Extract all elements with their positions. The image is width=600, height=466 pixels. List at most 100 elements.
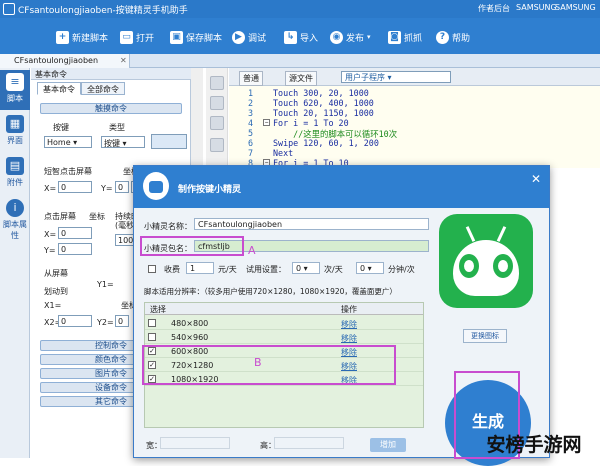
y-input-2[interactable]: 0 [58,243,92,255]
dialog-title-bar: 制作按键小精灵 ✕ [134,166,549,208]
open-button[interactable]: ▭ 打开 [120,28,154,46]
change-icon-button[interactable]: 更换图标 [463,329,507,343]
tool-icon[interactable] [210,96,224,110]
subroutine-select[interactable]: 用户子程序 ▾ [341,71,451,83]
trial-count-select[interactable]: 0 ▾ [292,262,320,274]
trial-minutes-select[interactable]: 0 ▾ [356,262,384,274]
device-label[interactable]: SAMSUNG [516,3,557,12]
device-label-2[interactable]: SAMSUNG [555,3,596,12]
line-number: 1 [247,88,253,98]
type-select[interactable]: 按键 ▾ [101,136,145,148]
hold-unit: (毫秒 [115,221,135,230]
tool-icon[interactable] [210,116,224,130]
code-line: Touch 300, 20, 1000 [273,88,369,98]
debug-button[interactable]: ▶ 调试 [232,28,266,46]
source-view-button[interactable]: 源文件 [285,71,317,86]
line-number: 4 [247,118,253,128]
minutes-unit: 分钟/次 [388,265,415,274]
tab-all[interactable]: 全部命令 [81,82,125,95]
price-input[interactable]: 1 [186,262,214,274]
name-label: 小精灵名称： [144,222,192,231]
rail-item-properties[interactable]: i 脚本属性 [0,196,30,240]
file-tab[interactable]: CFsantoulongjiaoben ✕ [0,54,130,68]
y-input[interactable]: 0 [115,181,129,193]
capture-label: 抓抓 [404,33,423,44]
table-row[interactable]: 540×960 移除 [145,331,423,344]
add-resolution-button[interactable]: 增加 [370,438,406,452]
normal-view-button[interactable]: 普通 [239,71,263,86]
key-select[interactable]: Home ▾ [44,136,92,148]
type-select-value: 按键 [104,139,120,148]
folder-icon: ▭ [120,30,133,44]
code-line: Swipe 120, 60, 1, 200 [273,138,379,148]
help-label: 帮助 [452,33,471,44]
editor-header: 普通 源文件 用户子程序 ▾ [229,68,600,86]
command-tabs: 基本命令 全部命令 [37,82,125,95]
sprite-name-input[interactable]: CFsantoulongjiaoben [194,218,429,230]
x-input-2[interactable]: 0 [58,227,92,239]
android-app-icon [439,214,533,308]
table-row[interactable]: 480×800 移除 [145,317,423,330]
x2-input[interactable]: 0 [58,315,92,327]
code-editor[interactable]: 1 Touch 300, 20, 1000 2 Touch 620, 400, … [229,86,600,168]
swipe-label: 从屏幕 [44,269,68,278]
publish-button[interactable]: ◉ 发布 ▾ [330,28,371,46]
rail-label: 脚本属性 [3,220,27,240]
resolution-label: 脚本适用分辨率：（较多用户使用720×1280，1080×1920，覆盖面更广） [144,287,397,296]
remove-link[interactable]: 移除 [341,319,357,330]
new-script-button[interactable]: + 新建脚本 [56,28,108,46]
y2-input[interactable]: 0 [115,315,129,327]
author-link[interactable]: 作者后台 [478,3,510,14]
publish-label: 发布 [346,33,365,44]
row-resolution: 540×960 [171,333,209,342]
close-icon[interactable]: ✕ [531,172,541,186]
height-input[interactable] [274,437,344,449]
rail-item-ui[interactable]: ▦ 界面 [0,112,30,152]
open-label: 打开 [136,33,155,44]
add-key-button[interactable] [151,134,187,149]
close-icon[interactable]: ✕ [120,56,127,65]
type-label: 类型 [109,123,125,132]
annotation-box-a [140,236,244,256]
tool-icon[interactable] [210,76,224,90]
eye-icon [459,254,479,278]
smart-click-label: 短智点击屏幕 [44,167,92,176]
x-input[interactable]: 0 [58,181,92,193]
touch-commands-bar[interactable]: 触摸命令 [40,103,182,114]
antenna-icon [465,226,476,242]
trial-minutes-value: 0 [360,264,366,273]
left-rail: ≡ 脚本 ▦ 界面 ▤ 附件 i 脚本属性 [0,68,30,458]
capture-button[interactable]: ◙ 抓抓 [388,28,422,46]
fee-checkbox[interactable] [148,265,156,273]
tab-basic[interactable]: 基本命令 [37,82,81,95]
col-select: 选择 [150,305,166,314]
new-script-label: 新建脚本 [72,33,109,44]
save-icon: ▣ [170,30,183,44]
key-select-value: Home [47,138,71,147]
save-script-button[interactable]: ▣ 保存脚本 [170,28,222,46]
key-label: 按键 [53,123,69,132]
hand-icon[interactable] [210,138,224,152]
width-input[interactable] [160,437,230,449]
row-checkbox[interactable] [148,319,156,327]
col-operation: 操作 [341,305,357,314]
import-icon: ↳ [284,30,297,44]
help-button[interactable]: ? 帮助 [436,28,470,46]
info-icon: i [6,199,24,217]
trial-unit: 次/天 [324,265,343,274]
window-title: CFsantoulongjiaoben-按键精灵手机助手 [18,6,188,16]
rail-item-script[interactable]: ≡ 脚本 [0,70,30,110]
rail-label: 界面 [7,136,23,145]
y1-label: Y1= [97,280,114,289]
debug-label: 调试 [248,33,267,44]
import-button[interactable]: ↳ 导入 [284,28,318,46]
fee-label: 收费 [164,265,180,274]
row-resolution: 480×800 [171,319,209,328]
fold-icon[interactable]: − [263,119,270,126]
annotation-box-b [142,345,396,385]
rail-item-attachment[interactable]: ▤ 附件 [0,154,30,194]
import-label: 导入 [300,33,319,44]
script-icon: ≡ [6,73,24,91]
remove-link[interactable]: 移除 [341,333,357,344]
row-checkbox[interactable] [148,333,156,341]
